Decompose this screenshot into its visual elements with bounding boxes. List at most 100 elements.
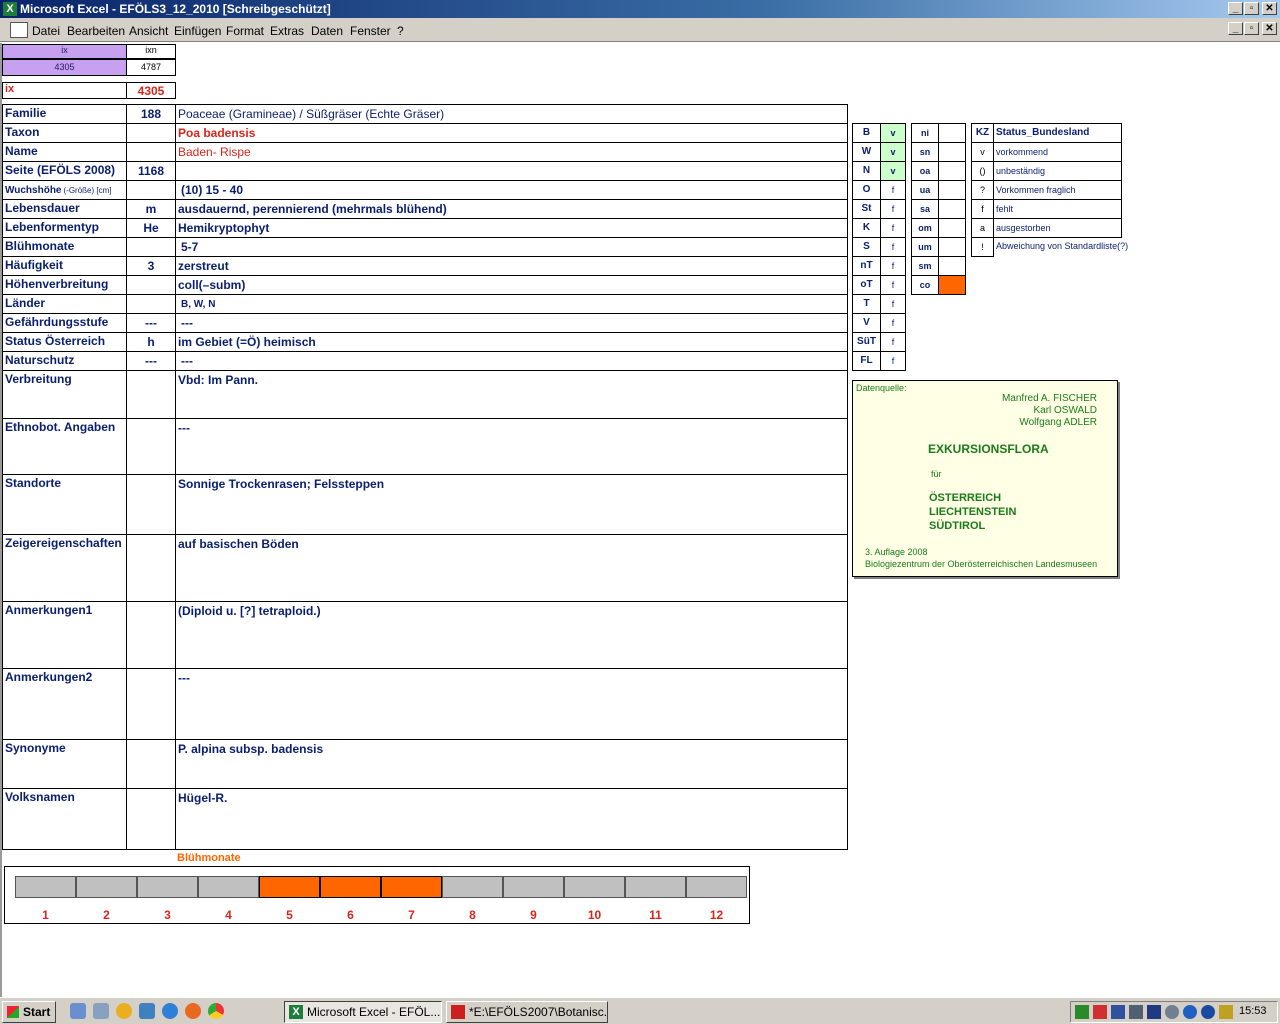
row-code-bl-hmonate[interactable] xyxy=(126,237,176,257)
row-label-standorte[interactable]: Standorte xyxy=(2,474,127,535)
row-value-zeigereigenschaften[interactable]: auf basischen Böden xyxy=(175,534,848,602)
workbook-icon[interactable] xyxy=(10,22,28,38)
quicklaunch-app-icon[interactable] xyxy=(139,1003,155,1019)
ix-value-cell[interactable]: 4305 xyxy=(2,59,127,76)
row-value-name[interactable]: Baden- Rispe xyxy=(175,142,848,162)
row-code-standorte[interactable] xyxy=(126,474,176,535)
row-value-anmerkungen1[interactable]: (Diploid u. [?] tetraploid.) xyxy=(175,601,848,669)
row-label-synonyme[interactable]: Synonyme xyxy=(2,739,127,789)
altitude-code-oa[interactable]: oa xyxy=(911,161,939,181)
quicklaunch-chrome-icon[interactable] xyxy=(208,1003,224,1019)
state-code-w[interactable]: W xyxy=(852,142,881,162)
row-value-ethnobot-angaben[interactable]: --- xyxy=(175,418,848,475)
altitude-mark-om[interactable] xyxy=(938,218,966,238)
row-code-lebenformentyp[interactable]: He xyxy=(126,218,176,238)
altitude-mark-sn[interactable] xyxy=(938,142,966,162)
start-button[interactable]: Start xyxy=(2,1001,56,1023)
row-code-familie[interactable]: 188 xyxy=(126,104,176,124)
maximize-button[interactable]: ▫ xyxy=(1244,2,1259,15)
tray-bluetooth-icon[interactable] xyxy=(1201,1005,1215,1019)
doc-restore-button[interactable]: ▫ xyxy=(1244,22,1259,35)
row-code-gef-hrdungsstufe[interactable]: --- xyxy=(126,313,176,333)
doc-close-button[interactable]: ✕ xyxy=(1262,22,1277,35)
row-label-seite-ef-ls-2008[interactable]: Seite (EFÖLS 2008) xyxy=(2,161,127,181)
row-code-h-henverbreitung[interactable] xyxy=(126,275,176,295)
row-label-gef-hrdungsstufe[interactable]: Gefährdungsstufe xyxy=(2,313,127,333)
row-label-status-sterreich[interactable]: Status Österreich xyxy=(2,332,127,352)
altitude-code-um[interactable]: um xyxy=(911,237,939,257)
row-code-h-ufigkeit[interactable]: 3 xyxy=(126,256,176,276)
altitude-mark-sa[interactable] xyxy=(938,199,966,219)
altitude-code-ni[interactable]: ni xyxy=(911,123,939,143)
row-label-anmerkungen1[interactable]: Anmerkungen1 xyxy=(2,601,127,669)
menu-ansicht[interactable]: Ansicht xyxy=(129,24,168,38)
state-status-fl[interactable]: f xyxy=(880,351,906,371)
row-label-bl-hmonate[interactable]: Blühmonate xyxy=(2,237,127,257)
row-code-naturschutz[interactable]: --- xyxy=(126,351,176,371)
tray-search-icon[interactable] xyxy=(1111,1005,1125,1019)
row-code-name[interactable] xyxy=(126,142,176,162)
row-label-h-ufigkeit[interactable]: Häufigkeit xyxy=(2,256,127,276)
row-code-seite-ef-ls-2008[interactable]: 1168 xyxy=(126,161,176,181)
menu-bearbeiten[interactable]: Bearbeiten xyxy=(67,24,125,38)
state-status-n[interactable]: v xyxy=(880,161,906,181)
row-code-synonyme[interactable] xyxy=(126,739,176,789)
row-value-verbreitung[interactable]: Vbd: Im Pann. xyxy=(175,370,848,419)
row-label-wuchsh-he[interactable]: Wuchshöhe (-Größe) [cm] xyxy=(2,180,127,200)
tray-shield-icon[interactable] xyxy=(1147,1005,1161,1019)
altitude-code-co[interactable]: co xyxy=(911,275,939,295)
taskbar-excel-button[interactable]: X Microsoft Excel - EFÖL... xyxy=(284,1001,442,1023)
row-label-name[interactable]: Name xyxy=(2,142,127,162)
altitude-code-ua[interactable]: ua xyxy=(911,180,939,200)
quicklaunch-explorer-icon[interactable] xyxy=(70,1003,86,1019)
altitude-mark-ni[interactable] xyxy=(938,123,966,143)
ixn-value-cell[interactable]: 4787 xyxy=(126,59,176,76)
row-label-ethnobot-angaben[interactable]: Ethnobot. Angaben xyxy=(2,418,127,475)
state-code-fl[interactable]: FL xyxy=(852,351,881,371)
tray-info-icon[interactable] xyxy=(1183,1005,1197,1019)
row-value-familie[interactable]: Poaceae (Gramineae) / Süßgräser (Echte G… xyxy=(175,104,848,124)
ix-header[interactable]: ix xyxy=(2,44,127,59)
row-label-volksnamen[interactable]: Volksnamen xyxy=(2,788,127,850)
quicklaunch-ie-icon[interactable] xyxy=(162,1003,178,1019)
tray-app-icon[interactable] xyxy=(1219,1005,1233,1019)
state-status-nt[interactable]: f xyxy=(880,256,906,276)
row-code-wuchsh-he[interactable] xyxy=(126,180,176,200)
row-value-volksnamen[interactable]: Hügel-R. xyxy=(175,788,848,850)
tray-volume-icon[interactable] xyxy=(1129,1005,1143,1019)
row-code-volksnamen[interactable] xyxy=(126,788,176,850)
row-value-lebenformentyp[interactable]: Hemikryptophyt xyxy=(175,218,848,238)
row-value-wuchsh-he[interactable]: (10) 15 - 40 xyxy=(175,180,848,200)
state-status-b[interactable]: v xyxy=(880,123,906,143)
row-value-lebensdauer[interactable]: ausdauernd, perennierend (mehrmals blühe… xyxy=(175,199,848,219)
altitude-mark-um[interactable] xyxy=(938,237,966,257)
state-code-n[interactable]: N xyxy=(852,161,881,181)
row-value-taxon[interactable]: Poa badensis xyxy=(175,123,848,143)
row-label-verbreitung[interactable]: Verbreitung xyxy=(2,370,127,419)
altitude-mark-sm[interactable] xyxy=(938,256,966,276)
menu-fenster[interactable]: Fenster xyxy=(350,24,391,38)
state-code-t[interactable]: T xyxy=(852,294,881,314)
altitude-code-sm[interactable]: sm xyxy=(911,256,939,276)
state-code-süt[interactable]: SüT xyxy=(852,332,881,352)
row-label-l-nder[interactable]: Länder xyxy=(2,294,127,314)
row-label-anmerkungen2[interactable]: Anmerkungen2 xyxy=(2,668,127,740)
menu-extras[interactable]: Extras xyxy=(270,24,304,38)
menu-einfuegen[interactable]: Einfügen xyxy=(174,24,221,38)
state-code-nt[interactable]: nT xyxy=(852,256,881,276)
state-code-v[interactable]: V xyxy=(852,313,881,333)
row-label-h-henverbreitung[interactable]: Höhenverbreitung xyxy=(2,275,127,295)
state-status-o[interactable]: f xyxy=(880,180,906,200)
row-label-familie[interactable]: Familie xyxy=(2,104,127,124)
row-code-anmerkungen2[interactable] xyxy=(126,668,176,740)
row-value-seite-ef-ls-2008[interactable] xyxy=(175,161,848,181)
row-code-taxon[interactable] xyxy=(126,123,176,143)
state-status-ot[interactable]: f xyxy=(880,275,906,295)
tray-clock[interactable]: 15:53 xyxy=(1239,1005,1267,1017)
row-label-taxon[interactable]: Taxon xyxy=(2,123,127,143)
taskbar-editor-button[interactable]: *E:\EFÖLS2007\Botanisc... xyxy=(446,1001,608,1023)
quicklaunch-desktop-icon[interactable] xyxy=(93,1003,109,1019)
menu-help[interactable]: ? xyxy=(397,24,404,38)
row-code-anmerkungen1[interactable] xyxy=(126,601,176,669)
state-status-süt[interactable]: f xyxy=(880,332,906,352)
